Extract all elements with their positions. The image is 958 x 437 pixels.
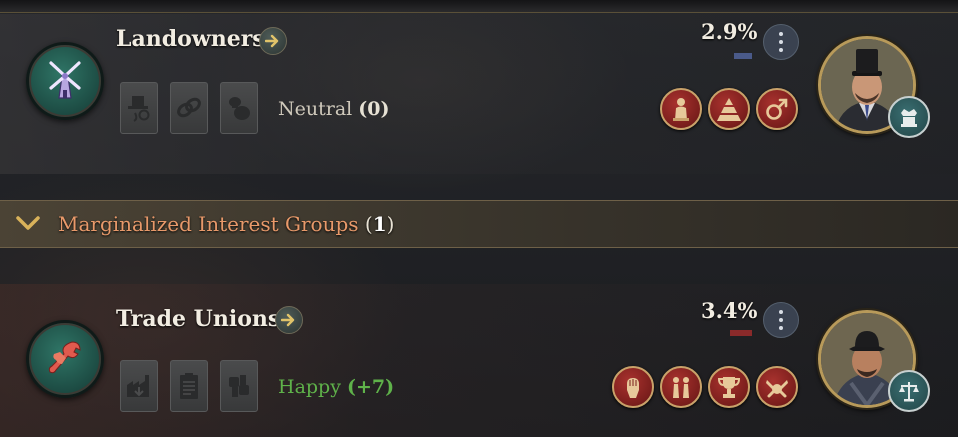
money-bags-icon[interactable]: [220, 82, 258, 134]
arrow-right-icon: [281, 313, 295, 327]
marginalized-count: (1): [364, 212, 395, 236]
dot: [779, 310, 783, 314]
approval-label: Happy: [278, 376, 341, 398]
raised-fist-icon[interactable]: [612, 366, 654, 408]
approval-status: Neutral (0): [278, 98, 389, 120]
more-options-button[interactable]: [763, 24, 799, 60]
marginalized-groups-label: Marginalized Interest Groups: [58, 212, 359, 236]
more-options-button[interactable]: [763, 302, 799, 338]
clout-percentage: 3.4%: [701, 298, 758, 323]
trophy-cup-icon[interactable]: [708, 366, 750, 408]
interest-group-row-trade-unions[interactable]: Trade Unions Happy (+7) 3.4%: [0, 284, 958, 437]
dot: [779, 326, 783, 330]
interest-group-name[interactable]: Landowners: [116, 26, 265, 52]
chevron-down-icon: [16, 216, 40, 230]
throne-crown-icon[interactable]: [888, 96, 930, 138]
goto-arrow-button[interactable]: [259, 27, 287, 55]
top-hat-monocle-icon[interactable]: [120, 82, 158, 134]
clout-bar: [730, 330, 752, 336]
dot: [779, 32, 783, 36]
clipboard-icon[interactable]: [170, 360, 208, 412]
approval-value: (+7): [347, 376, 395, 398]
chain-links-icon[interactable]: [170, 82, 208, 134]
clout-percentage: 2.9%: [701, 19, 758, 44]
windmill-icon[interactable]: [26, 42, 104, 120]
interest-group-row-landowners[interactable]: Landowners Neutral (0) 2.9%: [0, 14, 958, 174]
factory-down-icon[interactable]: [120, 360, 158, 412]
arrow-right-icon: [265, 34, 279, 48]
raised-fist-wrench-icon[interactable]: [26, 320, 104, 398]
dot: [779, 48, 783, 52]
dot: [779, 40, 783, 44]
linked-fists-icon[interactable]: [756, 366, 798, 408]
chess-pieces-icon[interactable]: [660, 366, 702, 408]
statue-icon[interactable]: [660, 88, 702, 130]
approval-label: Neutral: [278, 98, 353, 120]
marginalized-groups-header: Marginalized Interest Groups (1): [58, 212, 394, 236]
goto-arrow-button[interactable]: [275, 306, 303, 334]
approval-value: (0): [358, 98, 390, 120]
interest-group-name[interactable]: Trade Unions: [116, 306, 280, 332]
approval-status: Happy (+7): [278, 376, 394, 398]
clout-bar: [734, 53, 752, 59]
dot: [779, 318, 783, 322]
top-divider: [0, 0, 958, 13]
gender-symbol-icon[interactable]: [756, 88, 798, 130]
clasped-fists-icon[interactable]: [220, 360, 258, 412]
pyramid-hierarchy-icon[interactable]: [708, 88, 750, 130]
marginalized-groups-toggle[interactable]: Marginalized Interest Groups (1): [0, 200, 958, 248]
scales-of-justice-icon[interactable]: [888, 370, 930, 412]
